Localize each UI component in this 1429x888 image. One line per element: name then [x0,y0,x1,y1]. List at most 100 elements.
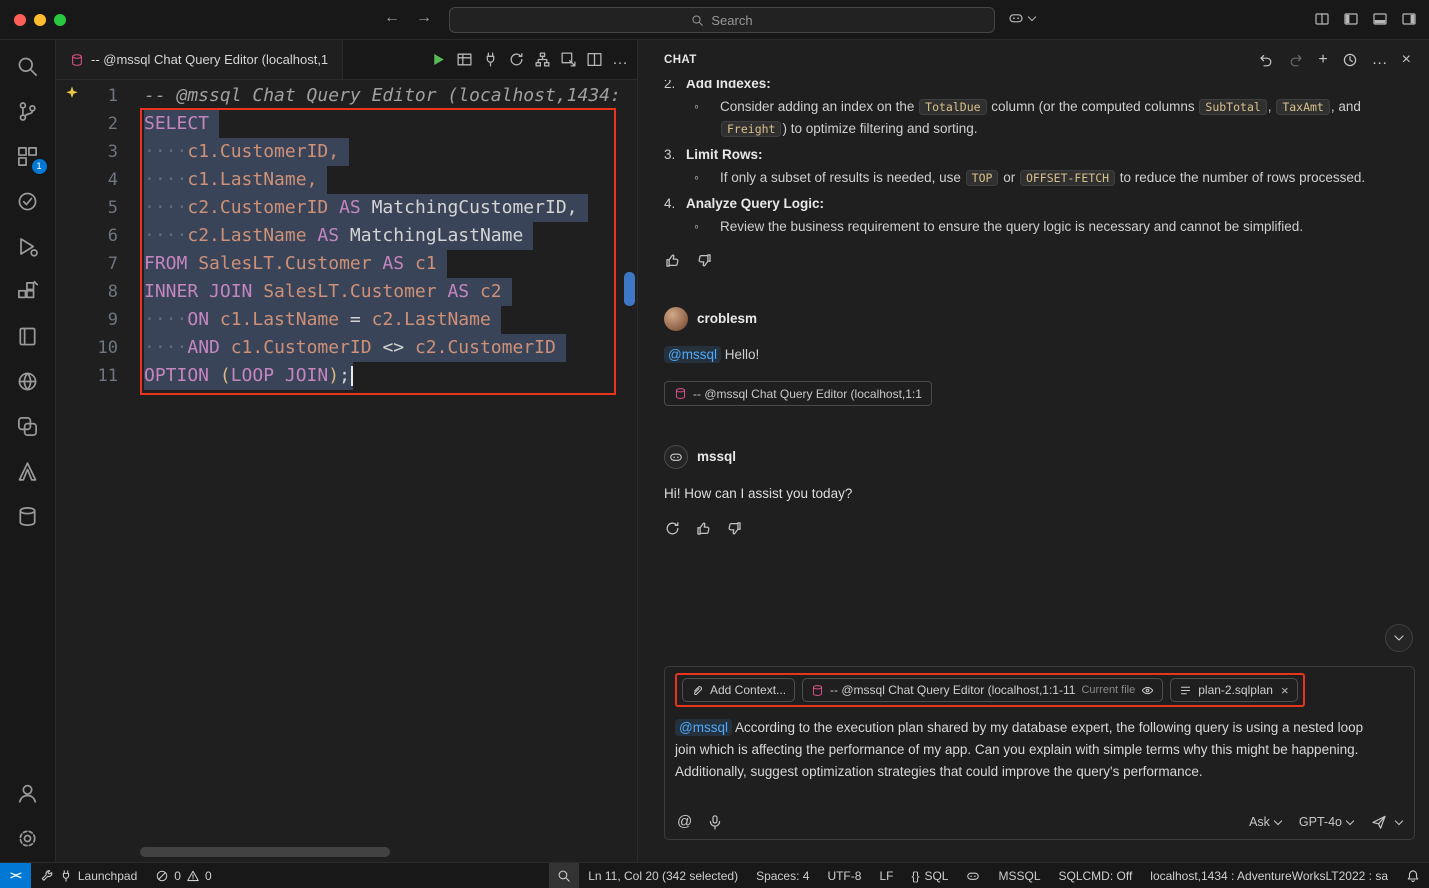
navigate-forward-icon[interactable]: → [416,9,432,27]
problems-item[interactable]: 0 0 [146,863,220,888]
remove-attachment-icon[interactable]: × [1281,683,1289,698]
cursor-position-item[interactable]: Ln 11, Col 20 (342 selected) [579,863,747,888]
activity-remote-explorer[interactable]: 1 [12,140,44,172]
activity-search[interactable] [12,50,44,82]
source-control-branch-icon [16,100,39,123]
more-actions-icon[interactable]: … [612,51,629,69]
code-token: <> [382,337,415,358]
estimated-plan-icon[interactable] [508,51,525,68]
navigate-back-icon[interactable]: ← [384,9,400,27]
list-item-heading: 3.Limit Rows: [664,144,1415,166]
activity-copilot-chat[interactable] [12,410,44,442]
code-line[interactable]: 6····c2.LastName AS MatchingLastName [56,222,623,250]
editor-vertical-scrollbar[interactable] [623,80,637,862]
toggle-sidebar-left-icon[interactable] [1343,11,1359,27]
encoding-item[interactable]: UTF-8 [818,863,870,888]
settings-button[interactable] [12,822,44,854]
split-editor-icon[interactable] [586,51,603,68]
activity-run-debug[interactable] [12,230,44,262]
response-actions [664,520,1415,537]
thumbs-up-icon[interactable] [664,252,681,269]
add-context-button[interactable]: Add Context... [682,678,795,702]
check-circle-icon [16,190,39,213]
chat-header: CHAT + … × [638,40,1429,80]
message-attachment-pill[interactable]: -- @mssql Chat Query Editor (localhost,1… [664,381,932,406]
thumbs-down-icon[interactable] [696,252,713,269]
launchpad-item[interactable]: Launchpad [31,863,146,888]
activity-azure[interactable] [12,455,44,487]
accounts-button[interactable] [12,777,44,809]
close-window-button[interactable] [14,14,26,26]
redo-icon[interactable] [1288,52,1304,68]
eye-icon[interactable] [1141,684,1154,697]
results-grid-icon[interactable] [456,51,473,68]
activity-testing[interactable] [12,185,44,217]
remote-indicator[interactable]: >< [0,863,31,888]
activity-extensions[interactable] [12,275,44,307]
code-token: c2.CustomerID [415,337,556,358]
schema-designer-icon[interactable] [534,51,551,68]
code-line[interactable]: 9····ON c1.LastName = c2.LastName [56,306,623,334]
mention-icon[interactable]: @ [677,813,692,830]
activity-github[interactable] [12,365,44,397]
toggle-panel-icon[interactable] [1372,11,1388,27]
maximize-window-button[interactable] [54,14,66,26]
inline-code: TOP [966,170,999,186]
sqlcmd-item[interactable]: SQLCMD: Off [1050,863,1142,888]
chat-input-box[interactable]: Add Context... -- @mssql Chat Query Edit… [664,666,1415,840]
connection-item[interactable]: localhost,1434 : AdventureWorksLT2022 : … [1141,863,1397,888]
open-results-icon[interactable] [560,51,577,68]
copilot-status-item[interactable] [957,863,989,888]
zoom-item[interactable] [549,863,579,888]
microphone-icon[interactable] [707,814,723,830]
code-line[interactable]: 4····c1.LastName, [56,166,623,194]
regenerate-icon[interactable] [664,520,681,537]
code-line[interactable]: 8INNER JOIN SalesLT.Customer AS c2 [56,278,623,306]
indentation-item[interactable]: Spaces: 4 [747,863,818,888]
copilot-menu-button[interactable] [1008,10,1035,26]
chat-input-text[interactable]: @mssql According to the execution plan s… [675,717,1387,783]
more-actions-icon[interactable]: … [1372,52,1388,68]
toggle-sidebar-right-icon[interactable] [1401,11,1417,27]
send-button[interactable] [1371,814,1402,830]
mode-dropdown[interactable]: Ask [1249,815,1281,829]
scrollbar-marker[interactable] [624,272,635,306]
new-chat-icon[interactable]: + [1318,52,1327,68]
run-query-icon[interactable] [430,51,447,68]
code-line[interactable]: 1-- @mssql Chat Query Editor (localhost,… [56,82,623,110]
command-center-search[interactable]: Search [449,7,995,33]
code-line[interactable]: 11OPTION (LOOP JOIN); [56,362,623,390]
undo-icon[interactable] [1258,52,1274,68]
mssql-item[interactable]: MSSQL [989,863,1049,888]
title-bar: ← → Search [0,0,1429,40]
code-line[interactable]: 5····c2.CustomerID AS MatchingCustomerID… [56,194,623,222]
code-line[interactable]: 7FROM SalesLT.Customer AS c1 [56,250,623,278]
response-feedback [664,252,1415,269]
code-token: LOOP JOIN [231,365,329,386]
notifications-item[interactable] [1397,863,1429,888]
chevron-down-icon [1346,816,1354,824]
activity-source-control[interactable] [12,95,44,127]
activity-notebooks[interactable] [12,320,44,352]
code-line[interactable]: 10····AND c1.CustomerID <> c2.CustomerID [56,334,623,362]
thumbs-down-icon[interactable] [726,520,743,537]
split-columns-icon[interactable] [1314,11,1330,27]
text-segment: , [1268,99,1276,114]
chat-history-icon[interactable] [1342,52,1358,68]
minimize-window-button[interactable] [34,14,46,26]
attachment-current-file[interactable]: -- @mssql Chat Query Editor (localhost,1… [802,678,1163,702]
code-line[interactable]: 3····c1.CustomerID, [56,138,623,166]
language-item[interactable]: {} SQL [902,863,957,888]
editor-tab[interactable]: -- @mssql Chat Query Editor (localhost,1 [56,40,343,79]
close-panel-icon[interactable]: × [1402,52,1411,68]
thumbs-up-icon[interactable] [695,520,712,537]
code-editor[interactable]: 1-- @mssql Chat Query Editor (localhost,… [56,80,637,862]
connection-plug-icon[interactable] [482,51,499,68]
editor-horizontal-scrollbar[interactable] [140,847,390,857]
code-line[interactable]: 2SELECT [56,110,623,138]
model-dropdown[interactable]: GPT-4o [1299,815,1353,829]
scroll-to-bottom-button[interactable] [1385,624,1413,652]
activity-database-projects[interactable] [12,500,44,532]
eol-item[interactable]: LF [870,863,902,888]
attachment-sqlplan[interactable]: plan-2.sqlplan × [1170,678,1297,702]
